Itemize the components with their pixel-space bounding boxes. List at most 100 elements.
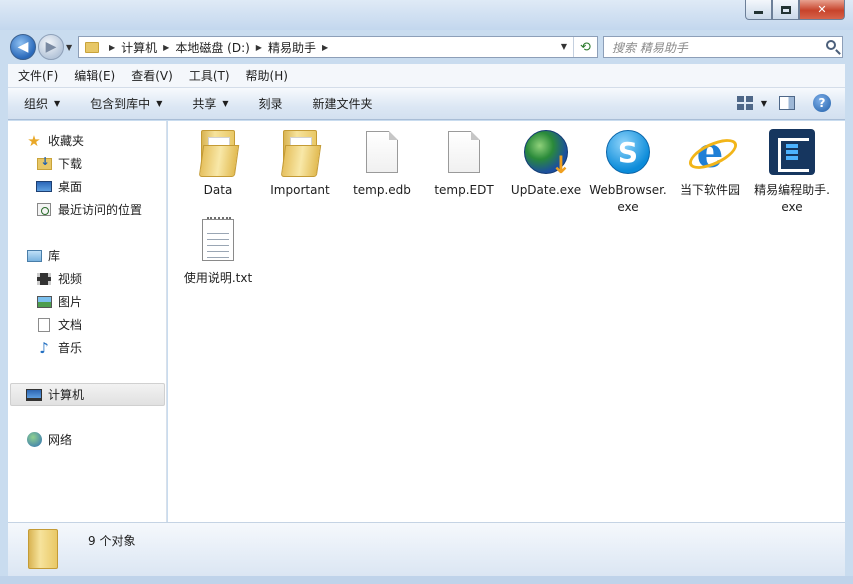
nav-favorites[interactable]: ★ 收藏夹 <box>26 131 85 150</box>
file-tile[interactable]: temp.EDT <box>423 127 505 199</box>
folder-icon <box>275 127 325 177</box>
maximize-icon <box>780 5 791 14</box>
nav-recent-places[interactable]: 最近访问的位置 <box>36 201 142 218</box>
chevron-down-icon: ▼ <box>156 99 163 108</box>
nav-downloads-label: 下载 <box>58 157 83 171</box>
nav-music[interactable]: ♪ 音乐 <box>36 338 83 357</box>
file-tile[interactable]: 使用说明.txt <box>177 215 259 287</box>
nav-videos[interactable]: 视频 <box>36 270 82 287</box>
share-button[interactable]: 共享 ▼ <box>192 95 228 112</box>
menu-view[interactable]: 查看(V) <box>131 67 173 84</box>
text-file-icon <box>193 215 243 265</box>
nav-libraries-label: 库 <box>48 249 61 263</box>
file-name: 当下软件园 <box>679 183 740 197</box>
recent-places-icon <box>36 203 52 217</box>
nav-videos-label: 视频 <box>58 272 83 286</box>
file-list-area[interactable]: Data Important temp.edb temp.EDT UpDate.… <box>168 121 845 522</box>
nav-downloads[interactable]: 下载 <box>36 155 82 172</box>
chevron-down-icon: ▼ <box>54 99 61 108</box>
minimize-button[interactable] <box>745 0 772 20</box>
refresh-button[interactable]: ⟲ <box>573 37 597 57</box>
chevron-down-icon: ▼ <box>222 99 229 108</box>
file-icon <box>357 127 407 177</box>
ie-icon: e <box>685 127 735 177</box>
pictures-icon <box>36 295 52 309</box>
desktop-icon <box>36 180 52 194</box>
chevron-right-icon[interactable]: ▶ <box>109 43 115 52</box>
share-label: 共享 <box>192 97 217 111</box>
status-bar: 9 个对象 <box>8 522 845 576</box>
breadcrumb-local-disk[interactable]: 本地磁盘 (D:) <box>175 39 249 56</box>
menu-tools[interactable]: 工具(T) <box>189 67 230 84</box>
refresh-icon: ⟲ <box>580 39 591 55</box>
close-button[interactable]: ✕ <box>799 0 845 20</box>
change-view-icon[interactable] <box>737 96 753 110</box>
file-tile[interactable]: Data <box>177 127 259 199</box>
computer-icon <box>26 388 42 402</box>
search-icon[interactable] <box>826 40 836 50</box>
view-options-chevron-icon[interactable]: ▼ <box>761 99 767 108</box>
file-name: 精易编程助手.exe <box>754 183 830 214</box>
nav-music-label: 音乐 <box>58 341 83 355</box>
nav-libraries[interactable]: 库 <box>26 247 60 264</box>
file-tile[interactable]: Important <box>259 127 341 199</box>
file-tile[interactable]: temp.edb <box>341 127 423 199</box>
file-tile[interactable]: e 当下软件园 <box>669 127 751 199</box>
star-icon: ★ <box>27 131 41 150</box>
file-name: Important <box>270 183 330 197</box>
include-in-library-button[interactable]: 包含到库中 ▼ <box>90 95 162 112</box>
breadcrumb-computer[interactable]: 计算机 <box>121 39 157 56</box>
window-bottom-edge <box>0 576 853 584</box>
breadcrumb-current-folder[interactable]: 精易助手 <box>268 39 316 56</box>
address-dropdown-icon[interactable]: ▼ <box>561 42 567 51</box>
file-tile[interactable]: S WebBrowser.exe <box>587 127 669 216</box>
file-name: 使用说明.txt <box>183 271 253 285</box>
e-app-icon <box>767 127 817 177</box>
menu-help[interactable]: 帮助(H) <box>246 67 288 84</box>
menu-file[interactable]: 文件(F) <box>18 67 58 84</box>
nav-computer[interactable]: 计算机 <box>26 386 84 403</box>
nav-favorites-label: 收藏夹 <box>48 134 85 148</box>
folder-icon <box>28 529 58 569</box>
menu-bar: 文件(F) 编辑(E) 查看(V) 工具(T) 帮助(H) <box>8 64 845 88</box>
help-icon[interactable]: ? <box>813 94 831 112</box>
navigation-pane: ★ 收藏夹 下载 桌面 最近访问的位置 库 视频 图片 文档 ♪ 音乐 计算机 网络 <box>8 121 167 522</box>
burn-button[interactable]: 刻录 <box>259 95 283 112</box>
history-chevron-icon[interactable]: ▼ <box>66 43 72 52</box>
chevron-right-icon[interactable]: ▶ <box>256 43 262 52</box>
library-icon <box>26 249 42 263</box>
nav-desktop[interactable]: 桌面 <box>36 178 82 195</box>
command-bar: 组织 ▼ 包含到库中 ▼ 共享 ▼ 刻录 新建文件夹 ▼ ? <box>8 88 845 120</box>
minimize-icon <box>754 11 763 14</box>
documents-icon <box>36 317 52 332</box>
window-controls: ✕ <box>745 0 845 20</box>
item-count: 9 个对象 <box>88 534 136 548</box>
file-tile[interactable]: UpDate.exe <box>505 127 587 199</box>
address-bar[interactable]: ▶ 计算机 ▶ 本地磁盘 (D:) ▶ 精易助手 ▶ ▼ ⟲ <box>78 36 598 58</box>
address-row: ◀ ▶ ▼ ▶ 计算机 ▶ 本地磁盘 (D:) ▶ 精易助手 ▶ ▼ ⟲ 搜索 … <box>0 30 853 62</box>
maximize-button[interactable] <box>772 0 799 20</box>
chevron-right-icon[interactable]: ▶ <box>163 43 169 52</box>
forward-arrow-icon: ▶ <box>45 39 57 55</box>
nav-documents[interactable]: 文档 <box>36 316 82 333</box>
nav-recent-label: 最近访问的位置 <box>58 203 143 217</box>
menu-edit[interactable]: 编辑(E) <box>74 67 115 84</box>
forward-button[interactable]: ▶ <box>38 34 64 60</box>
organize-button[interactable]: 组织 ▼ <box>24 95 60 112</box>
music-note-icon: ♪ <box>39 338 49 357</box>
nav-computer-label: 计算机 <box>48 388 85 402</box>
nav-network[interactable]: 网络 <box>26 431 72 448</box>
search-input[interactable]: 搜索 精易助手 <box>603 36 843 58</box>
new-folder-button[interactable]: 新建文件夹 <box>313 95 373 112</box>
back-button[interactable]: ◀ <box>10 34 36 60</box>
nav-network-label: 网络 <box>48 433 73 447</box>
nav-pictures[interactable]: 图片 <box>36 293 82 310</box>
chevron-right-icon[interactable]: ▶ <box>322 43 328 52</box>
search-placeholder: 搜索 精易助手 <box>612 40 688 55</box>
file-tile[interactable]: 精易编程助手.exe <box>751 127 833 216</box>
title-bar: ✕ <box>0 0 853 30</box>
include-in-library-label: 包含到库中 <box>90 97 151 111</box>
preview-pane-icon[interactable] <box>779 96 795 110</box>
file-name: temp.EDT <box>434 183 494 197</box>
folder-icon <box>193 127 243 177</box>
